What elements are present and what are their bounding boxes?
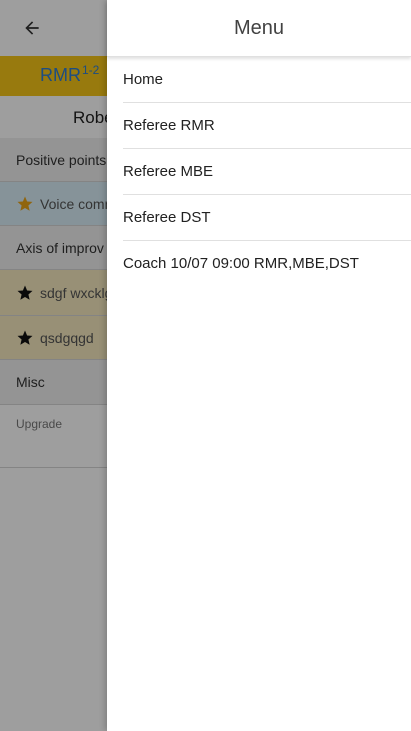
- menu-item-label: Referee MBE: [123, 163, 214, 180]
- menu-item-label: Home: [123, 71, 164, 88]
- menu-item-referee-mbe[interactable]: Referee MBE: [123, 149, 411, 195]
- menu-item-label: Referee RMR: [123, 117, 215, 134]
- drawer-header: Menu: [107, 0, 411, 57]
- menu-item-referee-rmr[interactable]: Referee RMR: [123, 103, 411, 149]
- menu-item-coach[interactable]: Coach 10/07 09:00 RMR,MBE,DST: [123, 241, 411, 286]
- navigation-drawer: Menu Home Referee RMR Referee MBE Refere…: [107, 0, 411, 731]
- drawer-title: Menu: [233, 16, 285, 39]
- menu-item-home[interactable]: Home: [123, 57, 411, 103]
- menu-item-label: Referee DST: [123, 209, 211, 226]
- menu-item-referee-dst[interactable]: Referee DST: [123, 195, 411, 241]
- menu-item-label: Coach 10/07 09:00 RMR,MBE,DST: [123, 255, 359, 272]
